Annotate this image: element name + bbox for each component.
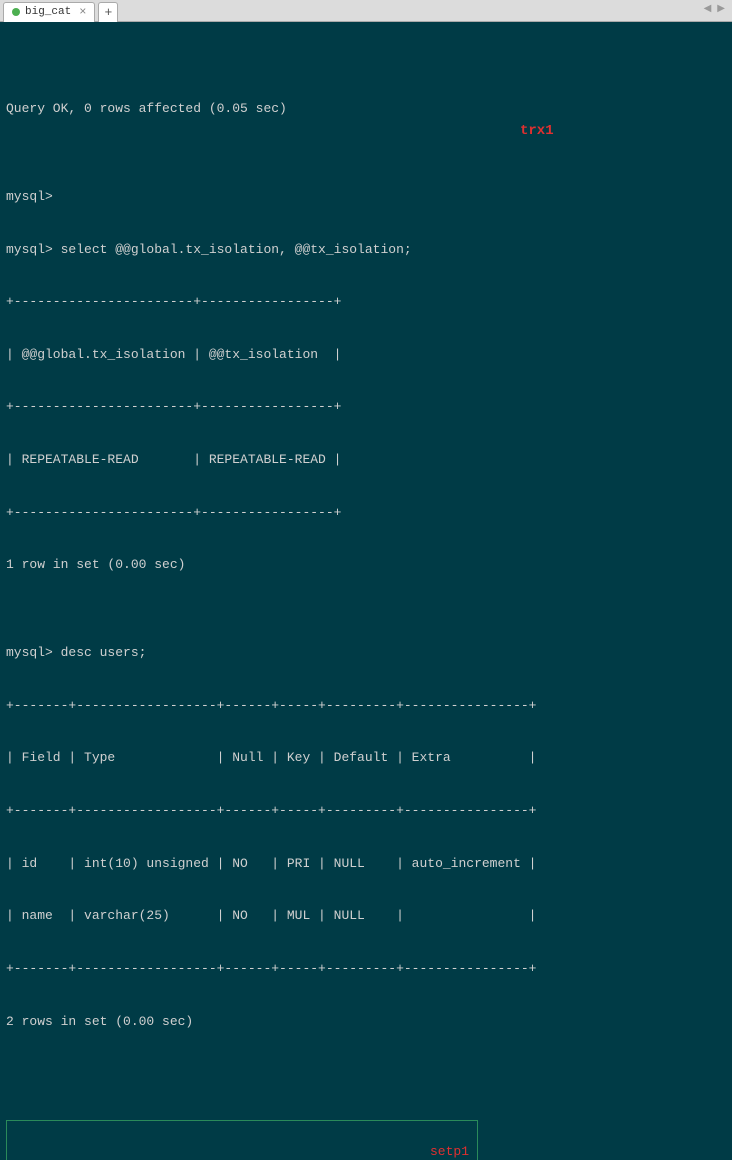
- output-line: | REPEATABLE-READ | REPEATABLE-READ |: [6, 451, 726, 469]
- output-line: | name | varchar(25) | NO | MUL | NULL |…: [6, 907, 726, 925]
- tab-title: big_cat: [25, 6, 71, 18]
- output-line: | Field | Type | Null | Key | Default | …: [6, 749, 726, 767]
- nav-arrows: ◀ ▶: [702, 3, 727, 15]
- tab-bigcat[interactable]: big_cat ×: [3, 2, 95, 22]
- output-line: +-------+------------------+------+-----…: [6, 802, 726, 820]
- new-tab-button[interactable]: +: [98, 2, 118, 22]
- terminal-output[interactable]: trx1 Query OK, 0 rows affected (0.05 sec…: [0, 22, 732, 1160]
- output-line: +-----------------------+---------------…: [6, 398, 726, 416]
- tab-bar: big_cat × + ◀ ▶: [0, 0, 732, 22]
- annotation-step1: setp1: [430, 1143, 469, 1160]
- output-line: 1 row in set (0.00 sec): [6, 556, 726, 574]
- close-icon[interactable]: ×: [79, 5, 86, 19]
- output-line: +-----------------------+---------------…: [6, 293, 726, 311]
- step-box-1: setp1 mysql> begin; Query OK, 0 rows aff…: [6, 1120, 478, 1160]
- output-line: Query OK, 0 rows affected (0.05 sec): [6, 100, 726, 118]
- output-line: +-----------------------+---------------…: [6, 504, 726, 522]
- output-line: +-------+------------------+------+-----…: [6, 960, 726, 978]
- output-line: mysql> desc users;: [6, 644, 726, 662]
- output-line: | @@global.tx_isolation | @@tx_isolation…: [6, 346, 726, 364]
- status-dot-icon: [12, 8, 20, 16]
- nav-prev-icon[interactable]: ◀: [702, 3, 714, 15]
- output-line: mysql>: [6, 188, 726, 206]
- output-line: mysql> select @@global.tx_isolation, @@t…: [6, 241, 726, 259]
- output-line: | id | int(10) unsigned | NO | PRI | NUL…: [6, 855, 726, 873]
- nav-next-icon[interactable]: ▶: [715, 3, 727, 15]
- annotation-trx1: trx1: [520, 122, 554, 141]
- output-line: +-------+------------------+------+-----…: [6, 697, 726, 715]
- output-line: 2 rows in set (0.00 sec): [6, 1013, 726, 1031]
